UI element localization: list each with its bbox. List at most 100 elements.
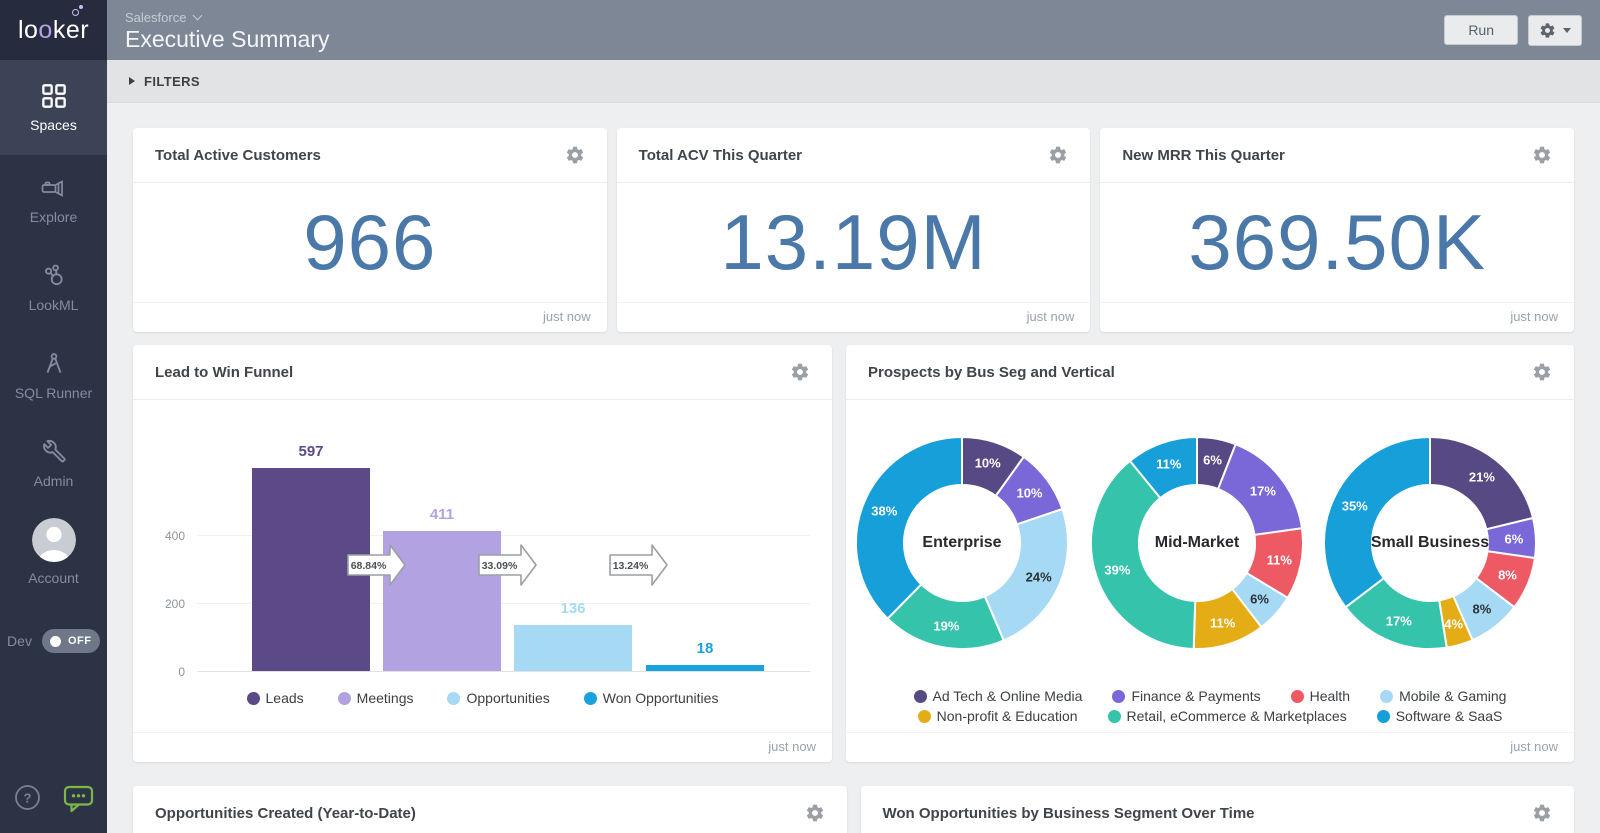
looker-dashboard-app: looker Spaces Explore LookML SQL Runner … xyxy=(0,0,1600,833)
sidebar-bottom-icons: ? xyxy=(0,784,107,813)
legend-dot-icon xyxy=(914,690,927,703)
sidebar-item-sql-runner[interactable]: SQL Runner xyxy=(0,331,107,419)
run-button[interactable]: Run xyxy=(1444,15,1518,45)
sidebar-item-admin[interactable]: Admin xyxy=(0,419,107,507)
logo-bubble-icon xyxy=(79,5,83,9)
donut-slice-percent-label: 17% xyxy=(1250,483,1276,498)
compass-icon xyxy=(41,351,67,377)
bar-value-label: 411 xyxy=(383,506,501,523)
gear-icon[interactable] xyxy=(1532,145,1552,165)
donut-slice-percent-label: 11% xyxy=(1267,552,1292,567)
donut-slice-percent-label: 24% xyxy=(1026,570,1052,585)
donut-charts: 10%10%24%19%38%Enterprise6%17%11%6%11%39… xyxy=(846,435,1574,651)
donut-slice-percent-label: 6% xyxy=(1504,532,1523,547)
donut-slice-percent-label: 10% xyxy=(1016,485,1042,500)
molecule-icon xyxy=(41,263,67,289)
legend-label: Leads xyxy=(266,690,304,706)
legend-item: Leads xyxy=(247,690,304,706)
donut-center-label: Small Business xyxy=(1371,534,1489,552)
tile-header: Prospects by Bus Seg and Vertical xyxy=(846,345,1574,400)
dev-toggle[interactable]: OFF xyxy=(42,629,100,653)
page-title: Executive Summary xyxy=(125,26,330,53)
legend-row: Ad Tech & Online Media Finance & Payments… xyxy=(914,688,1507,704)
legend-label: Opportunities xyxy=(466,690,549,706)
tile-updated: just now xyxy=(133,302,607,332)
donut-slice-percent-label: 39% xyxy=(1104,562,1130,577)
conversion-arrow: 33.09% xyxy=(478,542,538,588)
gear-icon xyxy=(1539,22,1556,39)
donut-center-label: Mid-Market xyxy=(1155,534,1239,552)
funnel-bar-won-opportunities[interactable] xyxy=(646,665,764,671)
donut-slice-percent-label: 11% xyxy=(1156,456,1181,471)
donut-slice[interactable] xyxy=(856,437,962,619)
legend-row: Non-profit & EducationRetail, eCommerce … xyxy=(918,708,1503,724)
donut-mid-market: 6%17%11%6%11%39%11%Mid-Market xyxy=(1089,435,1305,651)
svg-text:?: ? xyxy=(23,791,31,806)
tile-title: Lead to Win Funnel xyxy=(155,364,293,381)
donut-slice[interactable] xyxy=(1091,461,1195,649)
donut-slice-percent-label: 6% xyxy=(1250,592,1269,607)
sidebar-item-explore[interactable]: Explore xyxy=(0,155,107,243)
help-icon[interactable]: ? xyxy=(14,784,41,811)
top-header: Salesforce Executive Summary Run xyxy=(107,0,1600,60)
looker-logo[interactable]: looker xyxy=(0,0,107,60)
donut-slice-percent-label: 4% xyxy=(1444,616,1463,631)
filters-bar[interactable]: FILTERS xyxy=(107,60,1600,103)
legend-item: Retail, eCommerce & Marketplaces xyxy=(1108,708,1347,724)
bottom-row: Opportunities Created (Year-to-Date) Won… xyxy=(133,786,1574,833)
sidebar-item-label: Explore xyxy=(30,210,77,224)
gear-icon[interactable] xyxy=(1532,362,1552,382)
gear-icon[interactable] xyxy=(565,145,585,165)
funnel-chart-tile: Lead to Win Funnel 02004005974111361868.… xyxy=(133,345,832,762)
kpi-tile-total-acv: Total ACV This Quarter 13.19M just now xyxy=(617,128,1091,332)
breadcrumb[interactable]: Salesforce xyxy=(125,10,330,25)
legend-item: Finance & Payments xyxy=(1112,688,1260,704)
donut-slice[interactable] xyxy=(1324,437,1430,607)
donut-slice-percent-label: 8% xyxy=(1473,602,1492,617)
logo-bubble-icon xyxy=(72,9,79,16)
expand-triangle-icon xyxy=(129,77,135,85)
filters-label: FILTERS xyxy=(144,74,200,89)
sidebar: looker Spaces Explore LookML SQL Runner … xyxy=(0,0,107,833)
flashlight-icon xyxy=(41,175,67,201)
sidebar-item-label: SQL Runner xyxy=(15,386,92,400)
tile-title: Won Opportunities by Business Segment Ov… xyxy=(883,805,1255,822)
gear-icon[interactable] xyxy=(1048,145,1068,165)
sidebar-item-label: Account xyxy=(28,571,79,585)
sidebar-item-spaces[interactable]: Spaces xyxy=(0,60,107,155)
legend-label: Ad Tech & Online Media xyxy=(933,688,1083,704)
y-axis-tick-label: 400 xyxy=(147,529,185,543)
tile-header: Won Opportunities by Business Segment Ov… xyxy=(861,786,1575,833)
donut-small-business: 21%6%8%8%4%17%35%Small Business xyxy=(1322,435,1538,651)
toggle-state-label: OFF xyxy=(68,635,92,647)
bar-value-label: 597 xyxy=(252,443,370,460)
dashboard-content: Total Active Customers 966 just now Tota… xyxy=(107,103,1600,833)
funnel-plot-area: 02004005974111361868.84%33.09%13.24% xyxy=(133,402,832,672)
sidebar-item-lookml[interactable]: LookML xyxy=(0,243,107,331)
gear-icon[interactable] xyxy=(790,362,810,382)
tile-title: Opportunities Created (Year-to-Date) xyxy=(155,805,416,822)
sidebar-item-label: Spaces xyxy=(30,118,77,132)
gear-icon[interactable] xyxy=(1532,803,1552,823)
y-axis-tick-label: 200 xyxy=(147,597,185,611)
legend-dot-icon xyxy=(1108,710,1121,723)
chat-icon[interactable] xyxy=(63,784,94,813)
legend-dot-icon xyxy=(247,692,260,705)
legend-dot-icon xyxy=(338,692,351,705)
tile-title: New MRR This Quarter xyxy=(1122,147,1285,164)
dashboard-settings-button[interactable] xyxy=(1528,15,1582,46)
wrench-icon xyxy=(41,439,67,465)
toggle-knob-icon xyxy=(50,636,61,647)
gear-icon[interactable] xyxy=(805,803,825,823)
legend-label: Retail, eCommerce & Marketplaces xyxy=(1127,708,1347,724)
donut-center-label: Enterprise xyxy=(922,534,1001,552)
kpi-value: 966 xyxy=(133,183,607,302)
kpi-tile-new-mrr: New MRR This Quarter 369.50K just now xyxy=(1100,128,1574,332)
sidebar-item-account[interactable]: Account xyxy=(0,507,107,595)
donut-slice-percent-label: 10% xyxy=(975,456,1001,471)
tile-updated: just now xyxy=(846,732,1574,762)
conversion-arrow: 13.24% xyxy=(609,542,669,588)
funnel-bar-opportunities[interactable] xyxy=(514,625,632,671)
tile-header: Total ACV This Quarter xyxy=(617,128,1091,183)
legend-dot-icon xyxy=(1377,710,1390,723)
